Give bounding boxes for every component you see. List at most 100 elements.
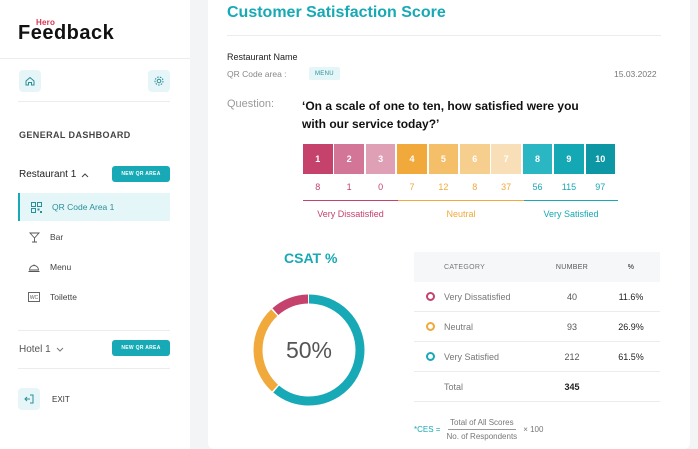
qr-code-icon xyxy=(30,201,42,213)
card-divider xyxy=(227,35,661,36)
satisfied-ring-icon xyxy=(426,352,435,361)
row-number: 212 xyxy=(564,351,580,362)
survey-date: 15.03.2022 xyxy=(614,69,657,79)
nav-label: Toilette xyxy=(50,292,77,302)
ces-formula: *CES = Total of All Scores No. of Respon… xyxy=(414,412,543,446)
wc-text: WC xyxy=(30,295,39,301)
total-label: Total xyxy=(444,381,464,392)
csat-donut-chart: 50% xyxy=(253,294,365,406)
sidebar-divider xyxy=(18,330,170,331)
row-category: Neutral xyxy=(444,321,474,332)
chevron-up-icon xyxy=(81,172,89,177)
rating-count-8: 56 xyxy=(532,182,543,192)
group-very-satisfied: Very Satisfied xyxy=(524,200,618,220)
neutral-ring-icon xyxy=(426,322,435,331)
nav-label: Bar xyxy=(50,232,64,242)
qr-area-tag: MENU xyxy=(309,67,340,80)
cloche-icon xyxy=(28,261,40,273)
hotel-1-label: Hotel 1 xyxy=(19,344,51,355)
rating-box-2: 2 xyxy=(334,144,364,174)
group-neutral: Neutral xyxy=(398,200,524,220)
csat-card: Customer Satisfaction Score Restaurant N… xyxy=(208,0,690,449)
rating-box-7: 7 xyxy=(491,144,521,174)
rating-box-1: 1 xyxy=(303,144,333,174)
home-button[interactable] xyxy=(19,70,41,92)
rating-count-10: 97 xyxy=(595,182,606,192)
row-pct: 26.9% xyxy=(618,321,644,332)
rating-box-9: 9 xyxy=(554,144,584,174)
rating-count-2: 1 xyxy=(346,182,352,192)
table-row: Neutral 93 26.9% xyxy=(414,312,660,342)
app-logo[interactable]: Hero Feedback xyxy=(18,18,128,46)
wc-icon: WC xyxy=(28,291,40,303)
rating-count-1: 8 xyxy=(315,182,321,192)
home-icon xyxy=(25,76,35,86)
row-category: Very Dissatisfied xyxy=(444,291,511,302)
formula-numerator: Total of All Scores xyxy=(448,418,516,430)
rating-count-7: 37 xyxy=(501,182,512,192)
restaurant-1-label: Restaurant 1 xyxy=(19,169,77,180)
rating-box-8: 8 xyxy=(522,144,553,174)
total-value: 345 xyxy=(564,381,580,392)
dissatisfied-ring-icon xyxy=(426,292,435,301)
rating-count-3: 0 xyxy=(378,182,384,192)
exit-label: EXIT xyxy=(52,394,70,404)
rating-box-6: 6 xyxy=(459,144,490,174)
hotel-1-dropdown[interactable]: Hotel 1 xyxy=(19,344,64,355)
header-pct: % xyxy=(627,263,635,271)
exit-icon xyxy=(18,388,40,410)
formula-prefix: *CES = xyxy=(414,424,441,434)
rating-count-6: 8 xyxy=(472,182,478,192)
page-title: Customer Satisfaction Score xyxy=(227,4,446,21)
general-dashboard-title: GENERAL DASHBOARD xyxy=(19,130,131,140)
rating-scale: 1 2 3 4 5 6 7 8 9 10 xyxy=(303,144,616,174)
rating-count-9: 115 xyxy=(561,182,577,192)
sidebar-divider xyxy=(18,368,170,369)
sidebar-divider xyxy=(18,101,170,102)
sidebar-item-toilette[interactable]: WC Toilette xyxy=(18,283,170,311)
settings-button[interactable] xyxy=(148,70,170,92)
rating-box-5: 5 xyxy=(428,144,459,174)
restaurant-1-dropdown[interactable]: Restaurant 1 xyxy=(19,169,89,180)
group-very-dissatisfied: Very Dissatisfied xyxy=(303,200,398,220)
table-header-row: CATEGORY NUMBER % xyxy=(414,252,660,282)
row-pct: 11.6% xyxy=(618,291,644,302)
header-number: NUMBER xyxy=(555,263,589,271)
header-category: CATEGORY xyxy=(444,263,486,271)
question-text: ‘On a scale of one to ten, how satisfied… xyxy=(302,99,579,131)
gear-icon xyxy=(154,76,164,86)
exit-button[interactable]: EXIT xyxy=(18,388,70,410)
nav-label: QR Code Area 1 xyxy=(52,202,115,212)
cocktail-icon xyxy=(28,231,40,243)
rating-box-4: 4 xyxy=(397,144,427,174)
table-row: Very Satisfied 212 61.5% xyxy=(414,342,660,372)
question-label: Question: xyxy=(227,98,275,110)
sidebar-divider xyxy=(0,58,190,59)
qr-area-label: QR Code area : xyxy=(227,69,287,79)
rating-count-5: 12 xyxy=(438,182,449,192)
rating-box-10: 10 xyxy=(585,144,616,174)
table-total-row: Total 345 xyxy=(414,372,660,402)
rating-box-3: 3 xyxy=(365,144,396,174)
rating-counts: 8 1 0 7 12 8 37 56 115 97 xyxy=(303,182,615,192)
sidebar-item-qr-code-area-1[interactable]: QR Code Area 1 xyxy=(18,193,170,221)
hotel-new-qr-area-button[interactable]: NEW QR AREA xyxy=(112,340,170,356)
sidebar-item-bar[interactable]: Bar xyxy=(18,223,170,251)
nav-label: Menu xyxy=(50,262,72,272)
table-row: Very Dissatisfied 40 11.6% xyxy=(414,282,660,312)
row-category: Very Satisfied xyxy=(444,351,500,362)
rating-count-4: 7 xyxy=(409,182,415,192)
formula-denominator: No. of Respondents xyxy=(446,431,518,441)
row-number: 40 xyxy=(566,291,577,302)
row-number: 93 xyxy=(566,321,577,332)
sidebar-item-menu[interactable]: Menu xyxy=(18,253,170,281)
csat-value: 50% xyxy=(286,337,332,363)
category-table: CATEGORY NUMBER % Very Dissatisfied 40 1… xyxy=(414,252,660,402)
row-pct: 61.5% xyxy=(618,351,644,362)
csat-title: CSAT % xyxy=(284,250,338,266)
logo-feedback-text: Feedback xyxy=(18,22,115,44)
chevron-down-icon xyxy=(56,347,64,352)
sidebar: Hero Feedback GENERAL DASHBOARD Restaura… xyxy=(0,0,190,449)
formula-suffix: × 100 xyxy=(523,424,544,434)
new-qr-area-button[interactable]: NEW QR AREA xyxy=(112,166,170,182)
